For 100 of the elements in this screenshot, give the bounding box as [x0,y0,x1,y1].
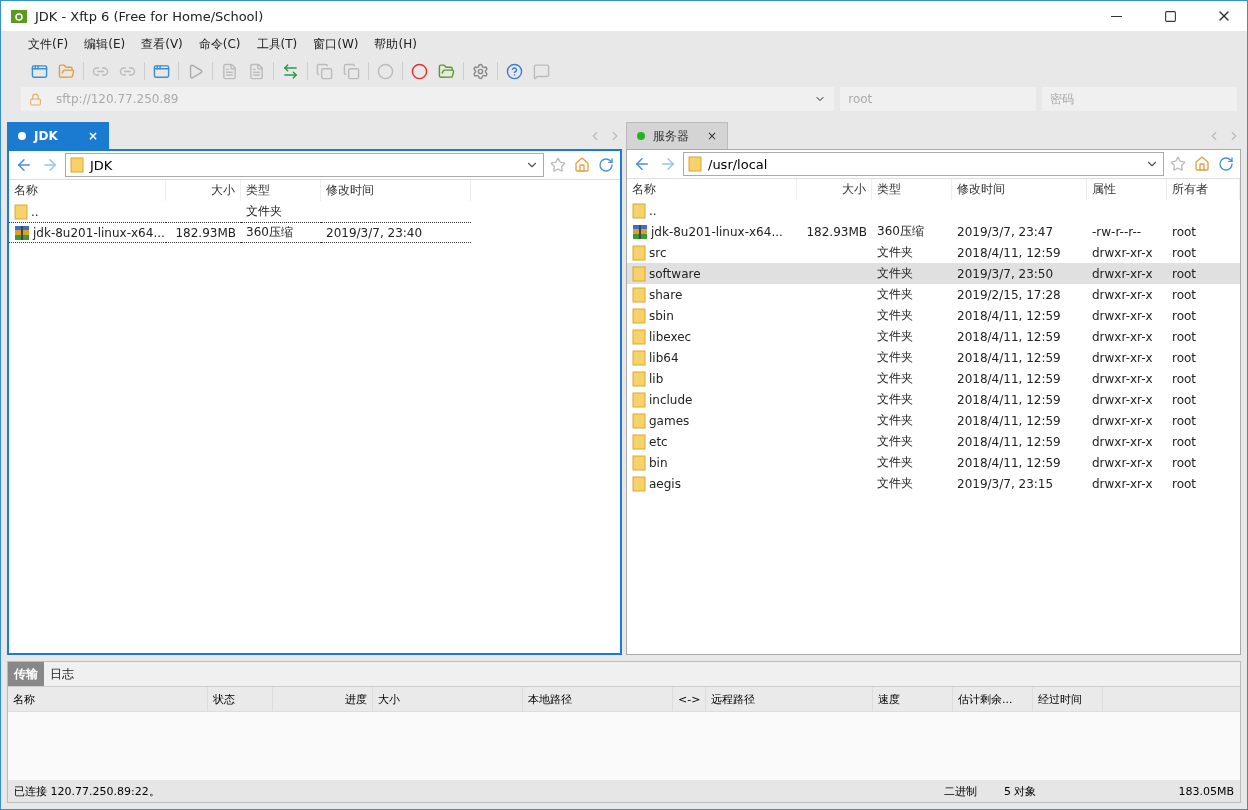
file-name-cell[interactable]: share [627,284,797,305]
file-name-cell[interactable]: lib64 [627,347,797,368]
file-name-cell[interactable]: .. [9,201,166,222]
bookmark-button[interactable] [548,155,568,175]
table-cell-text: drwxr-xr-x [1091,433,1154,451]
close-icon[interactable]: × [87,129,98,143]
bookmark-button[interactable] [1168,154,1188,174]
table-cell-text: -rw-r--r-- [1091,223,1143,241]
archive-icon [632,223,648,240]
refresh-button[interactable] [1216,154,1236,174]
file-name-cell[interactable]: .. [627,200,797,221]
folder-icon [632,328,646,345]
table-cell-text: root [1171,412,1198,430]
menu-item[interactable]: 查看(V) [134,33,190,55]
column-header[interactable]: <-> [673,687,706,711]
table-cell: drwxr-xr-x [1087,263,1167,284]
column-header[interactable]: 远程路径 [706,687,873,711]
minimize-icon [1110,15,1122,17]
menu-item[interactable]: 命令(C) [191,33,248,55]
file-name-cell[interactable]: games [627,410,797,431]
file-name-cell[interactable]: include [627,389,797,410]
file-name-cell[interactable]: aegis [627,473,797,494]
column-header[interactable]: 本地路径 [523,687,673,711]
column-header[interactable]: 所有者 [1167,179,1240,200]
folder-icon [632,412,646,429]
star-icon [550,157,566,173]
column-header[interactable]: 名称 [8,687,208,711]
password-field[interactable]: 密码 [1041,87,1237,111]
pane-tab[interactable]: 服务器 × [626,122,728,149]
menu-item[interactable]: 窗口(W) [306,33,366,55]
table-cell-text: root [1171,223,1198,241]
username-field[interactable]: root [840,87,1036,111]
tab-label: 服务器 [653,127,690,145]
file-name-cell[interactable]: lib [627,368,797,389]
menu-item[interactable]: 文件(F) [21,33,76,55]
star-icon [1170,156,1186,172]
column-header[interactable]: 经过时间 [1033,687,1103,711]
home-button[interactable] [572,155,592,175]
connection-status: 已连接 120.77.250.89:22。 [14,783,161,799]
path-field[interactable]: /usr/local [683,152,1164,176]
table-cell: root [1167,263,1240,284]
folder-icon [632,433,646,450]
file-name-cell[interactable]: jdk-8u201-linux-x64... [9,222,166,243]
folder-icon [632,286,646,303]
object-count: 5 对象 [1004,783,1038,799]
window-settings-icon [153,62,170,80]
circle-icon [377,62,394,80]
column-header[interactable]: 类型 [872,179,952,200]
column-header[interactable]: 名称 [627,179,797,200]
file-name-cell[interactable]: sbin [627,305,797,326]
column-header[interactable]: 大小 [373,687,523,711]
bottom-tab[interactable]: 传输 [8,662,44,686]
table-cell-text: 2018/4/11, 12:59 [956,328,1062,346]
column-header[interactable]: 速度 [873,687,953,711]
chat-icon [533,62,550,80]
folder-icon [58,62,75,80]
table-cell-text: 文件夹 [876,307,914,324]
file-name-cell[interactable]: jdk-8u201-linux-x64... [627,221,797,242]
refresh-button[interactable] [596,155,616,175]
column-header[interactable]: 属性 [1087,179,1167,200]
column-header[interactable]: 估计剩余... [953,687,1033,711]
column-header[interactable]: 大小 [166,180,241,201]
forward-icon [659,155,677,173]
menu-item[interactable]: 工具(T) [249,33,305,55]
pane-tab[interactable]: JDK × [7,122,109,149]
table-cell-text: 文件夹 [876,244,914,261]
table-cell-text: drwxr-xr-x [1091,244,1154,262]
table-cell-text: 文件夹 [876,391,914,408]
document-icon [221,62,238,80]
table-cell-text: root [1171,286,1198,304]
file-name-cell[interactable]: src [627,242,797,263]
document-icon [248,62,265,80]
bottom-tab[interactable]: 日志 [44,662,80,686]
total-size: 183.05MB [1177,784,1234,798]
column-header[interactable]: 状态 [208,687,273,711]
column-header[interactable]: 类型 [241,180,321,201]
menu-item[interactable]: 帮助(H) [367,33,424,55]
column-header[interactable]: 修改时间 [321,180,471,201]
file-name-cell[interactable]: bin [627,452,797,473]
folder-icon [632,370,646,387]
column-header[interactable]: 名称 [9,180,166,201]
column-header[interactable]: 修改时间 [952,179,1087,200]
new-window-icon [31,62,48,80]
file-name-cell[interactable]: etc [627,431,797,452]
folder-icon [70,157,84,173]
column-header[interactable]: 大小 [797,179,872,200]
path-text: JDK [90,157,114,173]
menu-item[interactable]: 编辑(E) [77,33,133,55]
file-name-cell[interactable]: software [627,263,797,284]
back-icon [633,155,651,173]
path-field[interactable]: JDK [65,153,544,177]
home-button[interactable] [1192,154,1212,174]
close-icon[interactable]: × [706,129,717,143]
path-text: /usr/local [708,156,769,172]
table-cell-text: 2018/4/11, 12:59 [956,412,1062,430]
table-cell-text: drwxr-xr-x [1091,307,1154,325]
column-header[interactable]: 进度 [273,687,373,711]
file-name-cell[interactable]: libexec [627,326,797,347]
table-cell: 360压缩 [241,222,321,243]
folder-icon [14,203,28,220]
